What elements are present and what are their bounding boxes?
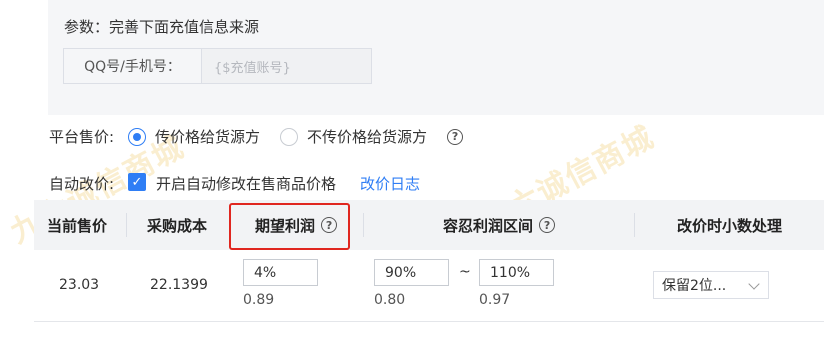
th-profit-range-label: 容忍利润区间 [443,216,534,235]
help-icon[interactable]: ? [447,128,464,145]
radio-pass-price[interactable] [128,127,146,146]
help-icon[interactable]: ? [539,217,556,233]
platform-price-label: 平台售价: [49,128,115,146]
range-max-input[interactable]: 110% [479,259,554,286]
radio-no-pass-price-label[interactable]: 不传价格给货源方 [307,126,427,147]
highlight-box [229,203,350,250]
platform-price-radio-group: 传价格给货源方 不传价格给货源方 ? [128,126,464,147]
auto-adjust-label: 自动改价: [49,175,115,193]
range-max-value: 0.97 [479,292,511,308]
check-icon: ✓ [131,174,143,190]
radio-pass-price-label[interactable]: 传价格给货源方 [155,126,260,147]
table-header: 当前售价 采购成本 期望利润 ? 容忍利润区间 ? 改价时小数处理 [34,200,824,250]
range-separator: ~ [459,264,471,280]
price-log-link[interactable]: 改价日志 [360,173,420,194]
param-title: 参数：完善下面充值信息来源 [64,18,260,36]
recharge-account-field[interactable]: QQ号/手机号： {$充值账号} [63,48,372,84]
th-divider [363,213,364,237]
cell-current-price: 23.03 [59,277,100,293]
th-current-price: 当前售价 [47,216,108,235]
th-divider [634,213,635,237]
auto-adjust-checkbox[interactable]: ✓ [128,173,146,191]
range-min-input[interactable]: 90% [374,259,449,286]
th-decimal-handling: 改价时小数处理 [677,216,783,235]
th-profit-range: 容忍利润区间 ? [443,200,556,250]
expected-profit-input[interactable]: 4% [243,259,318,286]
th-cost: 采购成本 [147,216,208,235]
decimal-handling-select[interactable]: 保留2位... [653,271,769,299]
radio-no-pass-price[interactable] [280,127,299,146]
expected-profit-value: 0.89 [243,292,275,308]
recharge-account-input[interactable]: {$充值账号} [202,49,371,83]
param-panel: 参数：完善下面充值信息来源 QQ号/手机号： {$充值账号} [48,0,824,115]
range-min-value: 0.80 [374,292,406,308]
chevron-down-icon [748,278,760,290]
decimal-handling-value: 保留2位... [662,278,727,294]
recharge-account-label: QQ号/手机号： [64,49,202,83]
auto-adjust-checkbox-label[interactable]: 开启自动修改在售商品价格 [156,173,336,194]
th-divider [126,213,127,237]
row-divider [34,321,824,322]
cell-cost: 22.1399 [150,277,208,293]
